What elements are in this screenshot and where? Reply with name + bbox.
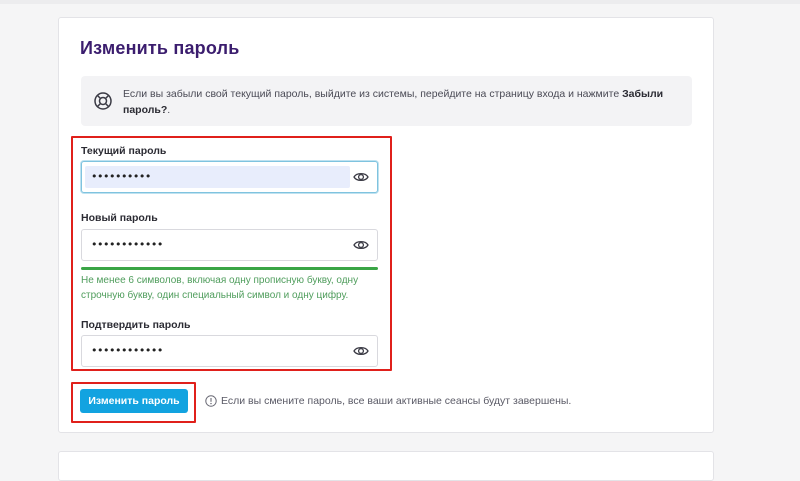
current-password-label: Текущий пароль [81, 145, 167, 157]
info-text-body: Если вы забыли свой текущий пароль, выйд… [123, 88, 623, 100]
eye-icon[interactable] [353, 170, 369, 184]
current-password-value[interactable]: •••••••••• [91, 171, 151, 183]
info-text-end: . [167, 104, 171, 116]
info-notice: Если вы забыли свой текущий пароль, выйд… [81, 76, 692, 126]
current-password-field[interactable]: •••••••••• [81, 161, 378, 193]
session-warning-text: Если вы смените пароль, все ваши активны… [221, 395, 572, 407]
password-requirements-hint: Не менее 6 символов, включая одну пропис… [81, 275, 359, 301]
next-section-card [58, 451, 714, 481]
eye-icon[interactable] [353, 238, 369, 252]
eye-icon[interactable] [353, 344, 369, 358]
new-password-label: Новый пароль [81, 212, 158, 224]
lifebuoy-icon [94, 92, 112, 110]
new-password-field[interactable]: •••••••••••• [81, 229, 378, 261]
confirm-password-label: Подтвердить пароль [81, 319, 191, 331]
info-circle-icon [205, 395, 217, 407]
top-bar [0, 0, 800, 4]
password-strength-bar [81, 267, 378, 270]
confirm-password-field[interactable]: •••••••••••• [81, 335, 378, 367]
new-password-value[interactable]: •••••••••••• [91, 239, 163, 251]
info-text: Если вы забыли свой текущий пароль, выйд… [123, 86, 683, 118]
change-password-button[interactable]: Изменить пароль [80, 389, 188, 413]
page-title: Изменить пароль [80, 38, 240, 58]
confirm-password-value[interactable]: •••••••••••• [91, 345, 163, 357]
